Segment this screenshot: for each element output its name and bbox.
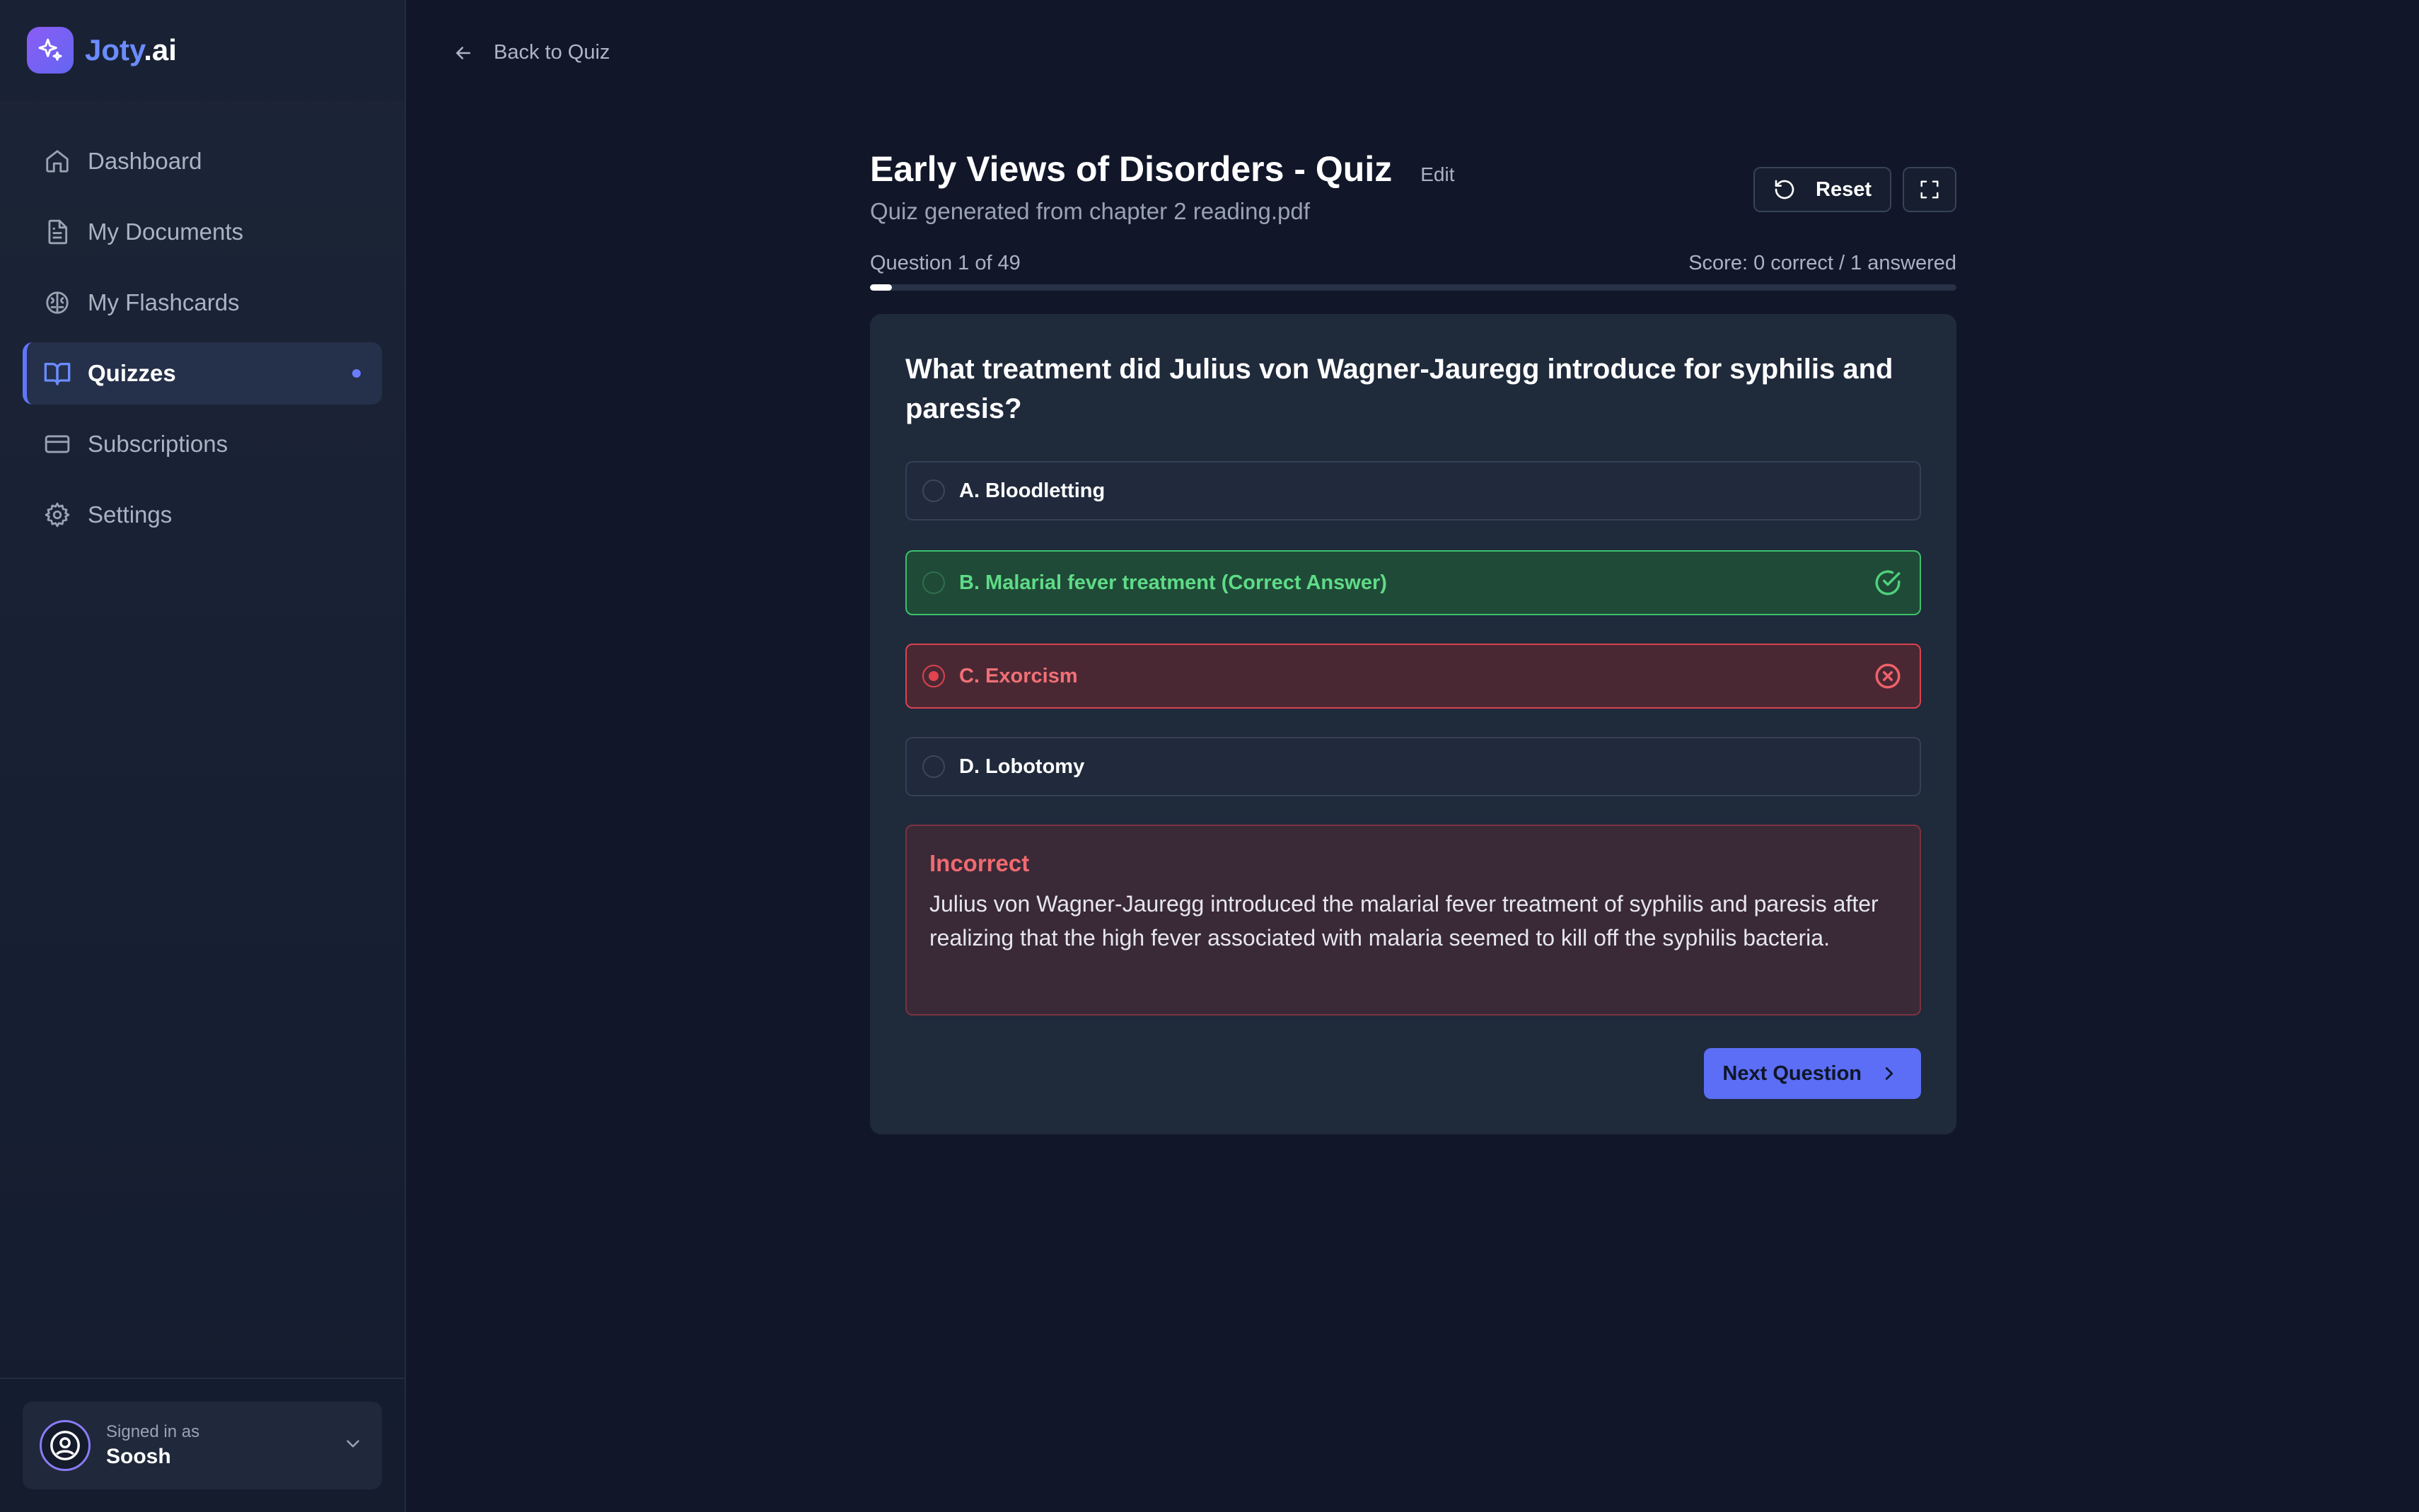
sidebar-item-quizzes[interactable]: Quizzes [23,342,382,405]
back-to-quiz-link[interactable]: Back to Quiz [453,41,610,64]
answer-option-d[interactable]: D. Lobotomy [905,737,1921,796]
sidebar-item-label: Settings [88,501,173,528]
sidebar-item-label: Dashboard [88,148,202,174]
quiz-header: Early Views of Disorders - Quiz Edit Qui… [870,149,1956,225]
chevron-right-icon [1879,1063,1900,1084]
score-text: Score: 0 correct / 1 answered [1688,252,1956,274]
reset-label: Reset [1816,178,1872,201]
book-open-icon [42,359,72,388]
check-circle-icon [1873,568,1903,598]
question-card: What treatment did Julius von Wagner-Jau… [870,314,1956,1134]
radio-button[interactable] [922,755,945,778]
user-menu[interactable]: Signed in as Soosh [23,1402,382,1489]
sidebar-item-settings[interactable]: Settings [23,484,382,546]
feedback-explanation: Julius von Wagner-Jauregg introduced the… [929,891,1879,950]
option-label: D. Lobotomy [959,755,1085,778]
back-link-label: Back to Quiz [494,41,610,64]
option-label: A. Bloodletting [959,479,1106,502]
sidebar-nav: Dashboard My Documents My Flashcards Qui… [0,102,405,546]
feedback-panel: Incorrect Julius von Wagner-Jauregg intr… [905,825,1921,1016]
next-question-label: Next Question [1722,1062,1862,1085]
sidebar-item-label: Subscriptions [88,431,228,457]
sidebar-item-my-documents[interactable]: My Documents [23,201,382,263]
x-circle-icon [1873,661,1903,691]
option-label: C. Exorcism [959,664,1078,687]
radio-button[interactable] [922,571,945,594]
rotate-ccw-icon [1773,178,1796,201]
sidebar-item-subscriptions[interactable]: Subscriptions [23,413,382,475]
progress-bar [870,284,1956,291]
user-info: Signed in as Soosh [106,1422,199,1469]
option-label: B. Malarial fever treatment (Correct Ans… [959,571,1387,594]
user-area: Signed in as Soosh [0,1378,405,1512]
radio-button-selected[interactable] [922,665,945,687]
fullscreen-icon [1919,179,1940,200]
sidebar-item-label: My Flashcards [88,289,240,315]
progress-row: Question 1 of 49 Score: 0 correct / 1 an… [870,252,1956,275]
radio-selected-dot [929,671,939,681]
next-question-button[interactable]: Next Question [1704,1048,1921,1099]
active-indicator-dot [352,369,361,378]
sidebar-item-dashboard[interactable]: Dashboard [23,130,382,192]
credit-card-icon [42,429,72,459]
user-name: Soosh [106,1445,171,1468]
reset-button[interactable]: Reset [1753,167,1891,212]
fullscreen-button[interactable] [1903,167,1956,212]
gear-icon [42,500,72,530]
user-avatar-icon [40,1420,91,1471]
answer-option-c[interactable]: C. Exorcism [905,644,1921,709]
chevron-down-icon[interactable] [342,1434,364,1458]
home-icon [42,146,72,176]
answer-option-b[interactable]: B. Malarial fever treatment (Correct Ans… [905,550,1921,615]
sidebar: Joty.ai Dashboard My Documents My Flashc… [0,0,406,1512]
page-title: Early Views of Disorders - Quiz [870,149,1393,189]
brand-name: Joty.ai [85,33,177,66]
brain-icon [42,288,72,318]
feedback-title: Incorrect [929,850,1030,876]
sparkles-icon [27,27,74,74]
sidebar-item-label: Quizzes [88,360,176,386]
sidebar-item-my-flashcards[interactable]: My Flashcards [23,272,382,334]
signed-in-label: Signed in as [106,1422,200,1441]
question-counter: Question 1 of 49 [870,252,1021,274]
brand[interactable]: Joty.ai [0,0,405,102]
progress-bar-fill [870,284,893,291]
edit-button[interactable]: Edit [1420,163,1454,186]
sidebar-item-label: My Documents [88,219,244,245]
question-text: What treatment did Julius von Wagner-Jau… [905,354,1893,424]
document-icon [42,217,72,247]
radio-button[interactable] [922,479,945,502]
header-actions: Reset [1753,167,1956,212]
answer-option-a[interactable]: A. Bloodletting [905,461,1921,521]
arrow-left-icon [453,42,474,64]
